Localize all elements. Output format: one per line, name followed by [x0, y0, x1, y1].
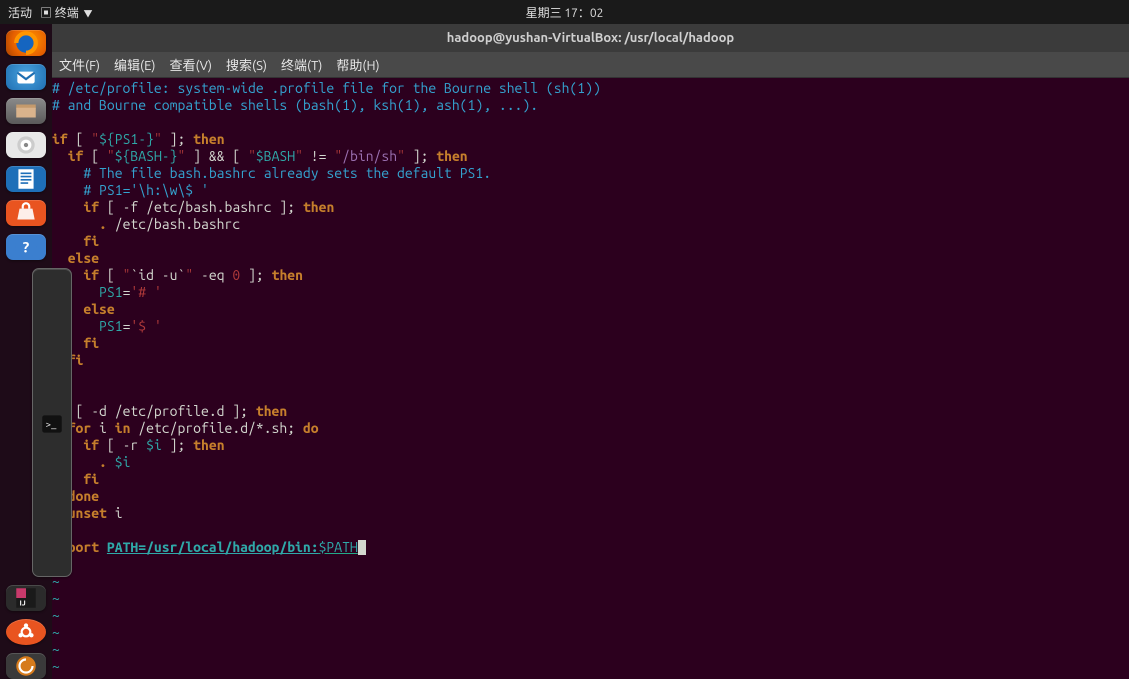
kw-do: do: [303, 420, 319, 436]
kw-then: then: [272, 267, 303, 283]
clock[interactable]: 星期三 17：02: [526, 4, 604, 21]
terminal-appmenu-icon: ▣: [40, 7, 52, 20]
files-icon[interactable]: [6, 98, 46, 124]
string: '$ ': [130, 318, 161, 334]
activities-button[interactable]: 活动: [8, 4, 32, 21]
kw-fi: fi: [83, 335, 99, 351]
kw-if: if: [52, 131, 68, 147]
kw-source: .: [99, 454, 107, 470]
var: i: [115, 505, 123, 521]
svg-text:IJ: IJ: [20, 600, 26, 608]
thunderbird-icon[interactable]: [6, 64, 46, 90]
vim-tilde: ~: [52, 658, 60, 674]
cursor: [358, 540, 366, 555]
launcher-dock: ? >_ IJ: [0, 24, 52, 679]
gnome-top-bar: 活动 ▣ 终端 ▼ 星期三 17：02: [0, 0, 1129, 24]
kw-unset: unset: [68, 505, 107, 521]
kw-then: then: [303, 199, 334, 215]
terminal-content[interactable]: # /etc/profile: system-wide .profile fil…: [52, 78, 1129, 679]
window-title: hadoop@yushan-VirtualBox: /usr/local/had…: [447, 31, 734, 45]
string: '# ': [130, 284, 161, 300]
var: $PATH: [319, 539, 358, 555]
show-applications-icon[interactable]: [6, 619, 46, 645]
firefox-icon[interactable]: [6, 30, 46, 56]
path-assign: PATH=/usr/local/hadoop/bin:: [107, 539, 319, 555]
kw-then: then: [436, 148, 467, 164]
path: /bin/sh: [342, 148, 397, 164]
vim-tilde: ~: [52, 590, 60, 606]
menu-file[interactable]: 文件(F): [52, 55, 107, 74]
menu-view[interactable]: 查看(V): [163, 55, 219, 74]
num: 0: [232, 267, 240, 283]
menu-help[interactable]: 帮助(H): [329, 55, 386, 74]
kw-if: if: [83, 267, 99, 283]
path: /etc/bash.bashrc: [146, 199, 271, 215]
kw-done: done: [68, 488, 99, 504]
var: ${BASH-}: [115, 148, 178, 164]
app-menu[interactable]: ▣ 终端 ▼: [40, 4, 93, 21]
kw-if: if: [83, 199, 99, 215]
op: -eq: [201, 267, 225, 283]
kw-in: in: [115, 420, 131, 436]
menu-search[interactable]: 搜索(S): [219, 55, 274, 74]
var: ${PS1-}: [99, 131, 154, 147]
kw-then: then: [193, 437, 224, 453]
kw-if: if: [83, 437, 99, 453]
var: PS1: [99, 284, 123, 300]
software-updater-icon[interactable]: [6, 653, 46, 679]
vim-tilde: ~: [52, 624, 60, 640]
svg-text:?: ?: [23, 238, 30, 255]
libreoffice-writer-icon[interactable]: [6, 166, 46, 192]
comment-line: # /etc/profile: system-wide .profile fil…: [52, 80, 601, 96]
kw-if: if: [68, 148, 84, 164]
help-icon[interactable]: ?: [6, 234, 46, 260]
comment-line: # The file bash.bashrc already sets the …: [83, 165, 491, 181]
cmd: `id -u`: [130, 267, 185, 283]
kw-then: then: [256, 403, 287, 419]
comment-line: # and Bourne compatible shells (bash(1),…: [52, 97, 538, 113]
chevron-down-icon: ▼: [84, 9, 93, 19]
rhythmbox-icon[interactable]: [6, 132, 46, 158]
kw-then: then: [193, 131, 224, 147]
path: /etc/bash.bashrc: [115, 216, 240, 232]
var: PS1: [99, 318, 123, 334]
menu-edit[interactable]: 编辑(E): [107, 55, 162, 74]
kw-fi: fi: [83, 233, 99, 249]
kw-else: else: [83, 301, 114, 317]
svg-text:>_: >_: [46, 418, 57, 429]
var: $i: [146, 437, 162, 453]
var: $i: [115, 454, 131, 470]
var: $BASH: [256, 148, 295, 164]
intellij-icon[interactable]: IJ: [6, 585, 46, 611]
kw-fi: fi: [83, 471, 99, 487]
comment-line: # PS1='\h:\w\$ ': [83, 182, 208, 198]
terminal-icon[interactable]: >_: [32, 268, 72, 577]
window-titlebar[interactable]: hadoop@yushan-VirtualBox: /usr/local/had…: [52, 24, 1129, 52]
menu-terminal[interactable]: 终端(T): [274, 55, 329, 74]
vim-tilde: ~: [52, 607, 60, 623]
terminal-menubar: 文件(F) 编辑(E) 查看(V) 搜索(S) 终端(T) 帮助(H): [52, 52, 1129, 78]
kw-else: else: [68, 250, 99, 266]
vim-tilde: ~: [52, 641, 60, 657]
path: /etc/profile.d/*.sh: [138, 420, 287, 436]
software-center-icon[interactable]: [6, 200, 46, 226]
path: /etc/profile.d: [115, 403, 225, 419]
kw-source: .: [99, 216, 107, 232]
app-menu-label: 终端: [55, 7, 79, 20]
